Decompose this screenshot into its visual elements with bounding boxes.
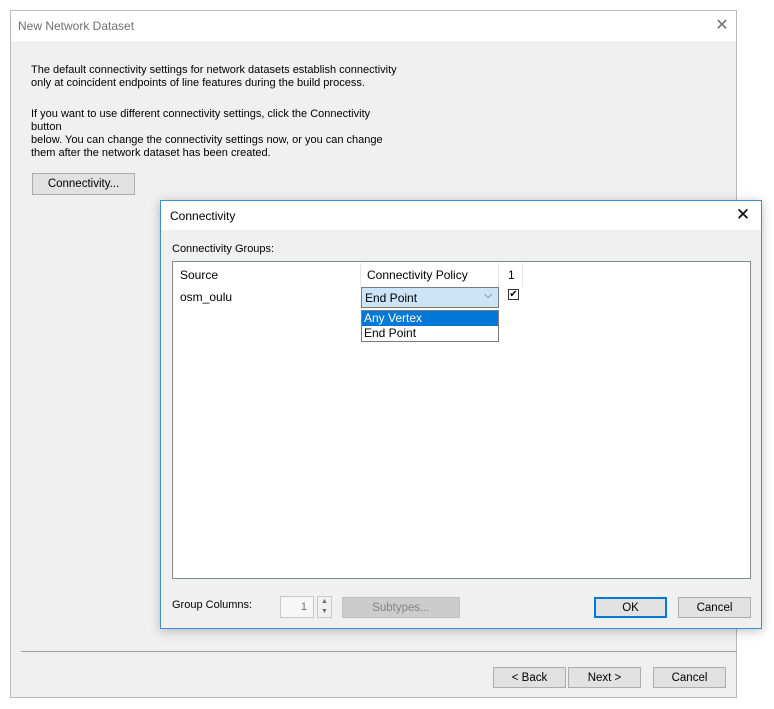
- window-titlebar: New Network Dataset ✕: [11, 11, 736, 41]
- dialog-title: Connectivity: [170, 209, 236, 223]
- next-button[interactable]: Next >: [568, 667, 641, 688]
- back-button[interactable]: < Back: [493, 667, 566, 688]
- column-header-group-1[interactable]: 1: [499, 263, 523, 287]
- group-columns-spinner[interactable]: ▲ ▼: [317, 596, 332, 618]
- intro-text-1: The default connectivity settings for ne…: [31, 64, 401, 90]
- column-header-source[interactable]: Source: [174, 263, 361, 287]
- intro-line-2: only at coincident endpoints of line fea…: [31, 77, 365, 89]
- column-header-connectivity-policy[interactable]: Connectivity Policy: [361, 263, 499, 287]
- spin-down-icon[interactable]: ▼: [318, 607, 331, 617]
- intro-text-2: If you want to use different connectivit…: [31, 108, 401, 160]
- subtypes-button[interactable]: Subtypes...: [342, 597, 460, 618]
- source-cell[interactable]: osm_oulu: [180, 290, 232, 304]
- dialog-close-icon[interactable]: ✕: [731, 204, 755, 226]
- dialog-titlebar: Connectivity ✕: [161, 201, 761, 230]
- connectivity-button[interactable]: Connectivity...: [32, 173, 135, 195]
- intro-line-1: The default connectivity settings for ne…: [31, 64, 397, 76]
- group-columns-input[interactable]: 1: [280, 596, 314, 618]
- combobox-selected-value: End Point: [365, 291, 418, 305]
- connectivity-groups-label: Connectivity Groups:: [172, 243, 275, 255]
- intro-line-5: them after the network dataset has been …: [31, 147, 271, 159]
- intro-line-4: below. You can change the connectivity s…: [31, 134, 383, 146]
- spin-up-icon[interactable]: ▲: [318, 597, 331, 607]
- connectivity-groups-grid[interactable]: Source Connectivity Policy 1 osm_oulu En…: [172, 261, 751, 579]
- dialog-cancel-button[interactable]: Cancel: [678, 597, 751, 618]
- window-title: New Network Dataset: [18, 19, 135, 33]
- intro-line-3: If you want to use different connectivit…: [31, 108, 371, 133]
- cancel-button[interactable]: Cancel: [653, 667, 726, 688]
- connectivity-dialog: Connectivity ✕ Connectivity Groups: Sour…: [160, 200, 762, 629]
- connectivity-policy-dropdown: Any Vertex End Point: [361, 310, 499, 342]
- window-close-icon[interactable]: ✕: [711, 15, 733, 37]
- chevron-down-icon[interactable]: ⌵: [484, 289, 492, 302]
- dropdown-option-any-vertex[interactable]: Any Vertex: [362, 311, 498, 326]
- group-columns-label: Group Columns:: [172, 599, 253, 611]
- group-1-checkbox[interactable]: ✔: [508, 289, 519, 300]
- connectivity-policy-combobox[interactable]: End Point ⌵: [361, 287, 499, 308]
- ok-button[interactable]: OK: [594, 597, 667, 618]
- footer-divider: [21, 651, 737, 652]
- dropdown-option-end-point[interactable]: End Point: [362, 326, 498, 341]
